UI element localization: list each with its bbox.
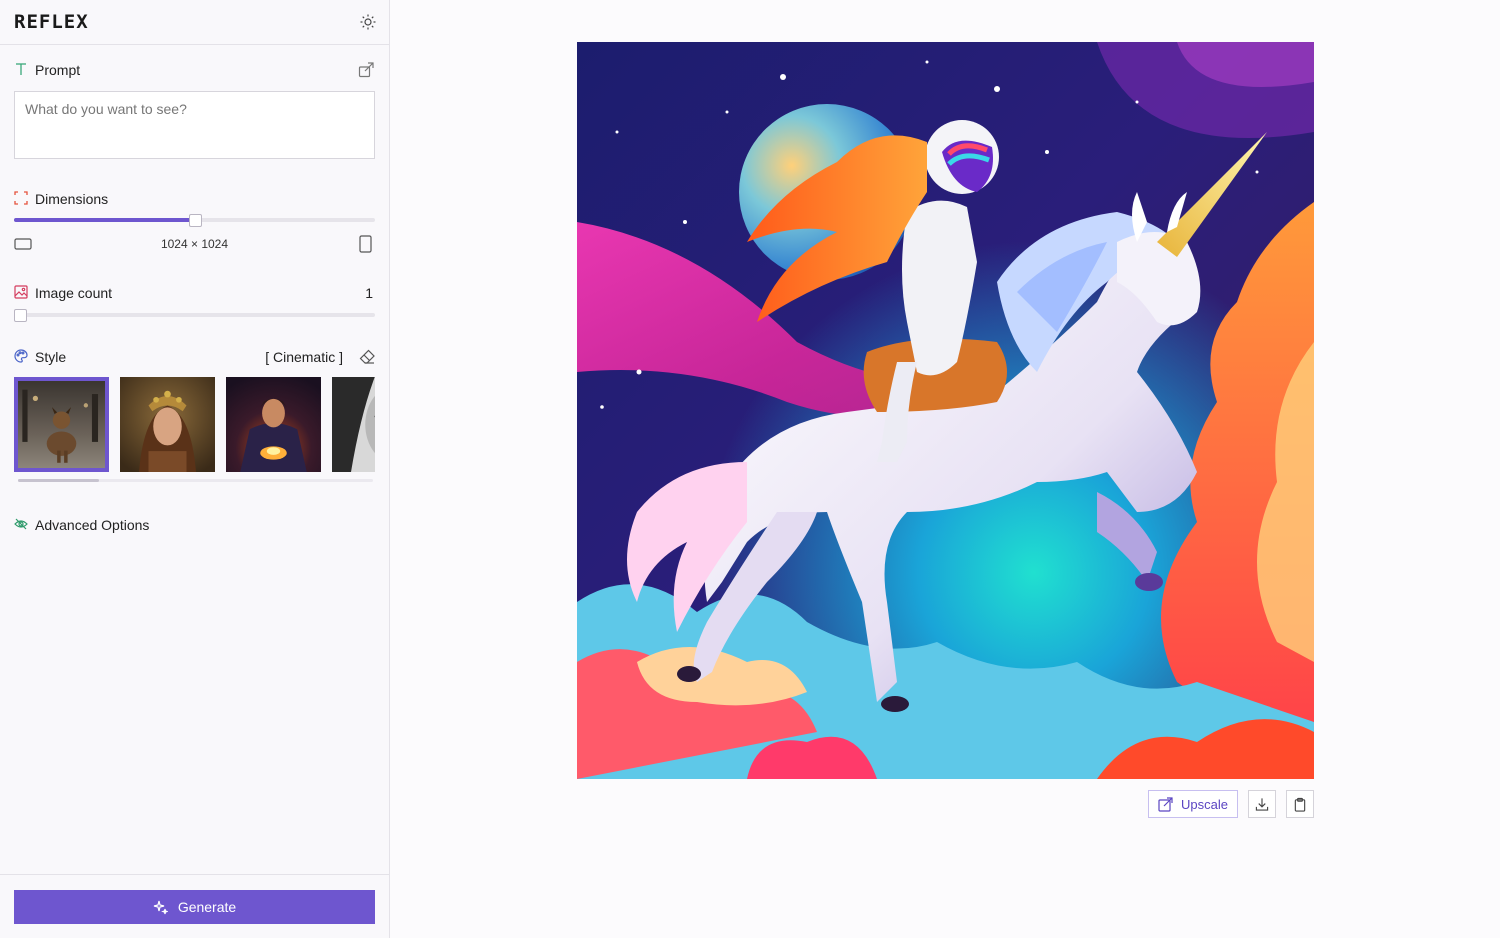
prompt-label: Prompt — [35, 62, 81, 78]
sun-icon[interactable] — [359, 13, 377, 31]
eraser-icon[interactable] — [359, 348, 376, 365]
clipboard-icon — [1294, 797, 1306, 812]
dimensions-icon — [14, 191, 28, 205]
astronaut-unicorn-illustration — [577, 42, 1314, 779]
image-count-label: Image count — [35, 285, 113, 301]
share-icon[interactable] — [358, 61, 375, 78]
prompt-input[interactable] — [14, 91, 375, 159]
sidebar-header: REFLEX — [0, 0, 389, 45]
style-thumbnail-woman[interactable] — [120, 377, 215, 472]
palette-icon — [14, 349, 28, 363]
upscale-icon — [1158, 796, 1173, 812]
app-logo[interactable]: REFLEX — [14, 11, 89, 33]
image-count-slider-thumb[interactable] — [14, 308, 27, 322]
style-label: Style — [35, 349, 67, 365]
dimensions-slider-thumb[interactable] — [189, 213, 202, 227]
style-thumbnail-sorcerer[interactable] — [226, 377, 321, 472]
generate-label: Generate — [177, 899, 237, 915]
style-selected-value: [ Cinematic ] — [265, 349, 343, 365]
portrait-icon[interactable] — [359, 235, 372, 253]
style-thumbnail-bw-portrait[interactable] — [332, 377, 375, 472]
image-count-value: 1 — [365, 285, 373, 301]
dimensions-slider-fill — [14, 218, 195, 222]
dimensions-slider[interactable] — [14, 213, 375, 227]
style-scrollbar[interactable] — [18, 479, 373, 482]
text-icon — [16, 63, 26, 75]
dimensions-label: Dimensions — [35, 191, 109, 207]
generate-button[interactable]: Generate — [14, 890, 375, 924]
generated-image[interactable] — [577, 42, 1314, 779]
footer-divider — [0, 874, 389, 875]
eye-off-icon[interactable] — [14, 517, 28, 531]
sidebar: REFLEX Prompt Dimensions 1024 × 1024 — [0, 0, 390, 938]
upscale-button[interactable]: Upscale — [1148, 790, 1238, 818]
style-scrollbar-thumb[interactable] — [18, 479, 99, 482]
style-thumbnail-dog[interactable] — [14, 377, 109, 472]
download-icon — [1255, 797, 1269, 811]
copy-button[interactable] — [1286, 790, 1314, 818]
image-count-slider[interactable] — [14, 308, 375, 322]
image-icon — [14, 285, 28, 299]
sparkles-icon — [153, 900, 168, 914]
advanced-options-toggle[interactable]: Advanced Options — [35, 517, 149, 533]
style-thumbnails — [14, 377, 375, 473]
upscale-label: Upscale — [1181, 796, 1228, 812]
download-button[interactable] — [1248, 790, 1276, 818]
dimensions-value: 1024 × 1024 — [160, 237, 229, 251]
